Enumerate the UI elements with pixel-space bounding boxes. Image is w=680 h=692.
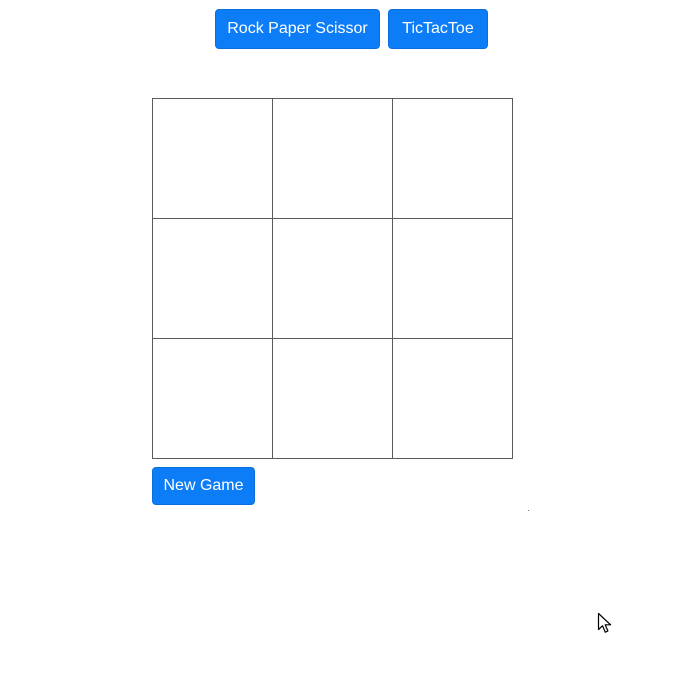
board-cell-9[interactable] [393, 339, 513, 459]
board-cell-1[interactable] [153, 99, 273, 219]
board-cell-5[interactable] [273, 219, 393, 339]
new-game-button[interactable]: New Game [152, 467, 255, 505]
board-cell-3[interactable] [393, 99, 513, 219]
board-cell-7[interactable] [153, 339, 273, 459]
tictactoe-button[interactable]: TicTacToe [388, 9, 488, 49]
board-cell-2[interactable] [273, 99, 393, 219]
rock-paper-scissor-button[interactable]: Rock Paper Scissor [215, 9, 380, 49]
mouse-pointer-icon [597, 612, 612, 633]
board-cell-4[interactable] [153, 219, 273, 339]
board-cell-6[interactable] [393, 219, 513, 339]
page: Rock Paper Scissor TicTacToe New Game [0, 0, 680, 692]
board-cell-8[interactable] [273, 339, 393, 459]
tictactoe-board [152, 98, 513, 459]
stray-dot [528, 510, 529, 511]
